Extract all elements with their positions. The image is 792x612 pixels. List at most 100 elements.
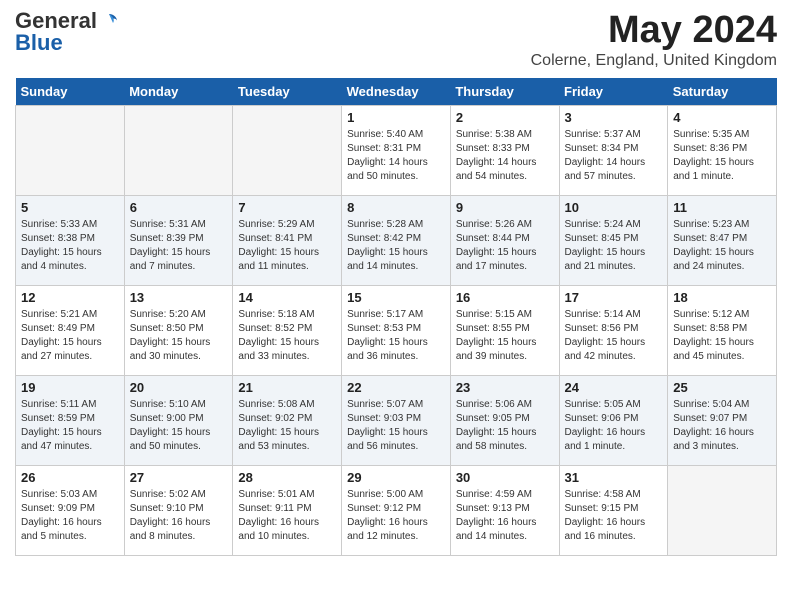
day-info: Sunrise: 5:26 AMSunset: 8:44 PMDaylight:… (456, 218, 554, 274)
day-number: 25 (673, 380, 771, 395)
day-of-week-header: Monday (124, 78, 233, 106)
calendar-cell: 30Sunrise: 4:59 AMSunset: 9:13 PMDayligh… (450, 465, 559, 555)
calendar-cell: 18 Sunrise: 5:12 AMSunset: 8:58 PMDayligh… (668, 285, 777, 375)
day-info: Sunrise: 5:14 AMSunset: 8:56 PMDaylight:… (565, 308, 663, 364)
day-info: Sunrise: 5:35 AMSunset: 8:36 PMDaylight:… (673, 128, 771, 184)
day-number: 22 (347, 380, 445, 395)
day-info: Sunrise: 5:20 AMSunset: 8:50 PMDaylight:… (130, 308, 228, 364)
day-info: Sunrise: 5:17 AMSunset: 8:53 PMDaylight:… (347, 308, 445, 364)
day-number: 19 (21, 380, 119, 395)
day-number: 16 (456, 290, 554, 305)
day-info: Sunrise: 5:21 AMSunset: 8:49 PMDaylight:… (21, 308, 119, 364)
day-info: Sunrise: 5:37 AMSunset: 8:34 PMDaylight:… (565, 128, 663, 184)
day-number: 9 (456, 200, 554, 215)
calendar-cell: 25 Sunrise: 5:04 AMSunset: 9:07 PMDayligh… (668, 375, 777, 465)
calendar-week-row: 5 Sunrise: 5:33 AMSunset: 8:38 PMDaylight… (16, 195, 777, 285)
day-number: 2 (456, 110, 554, 125)
day-number: 3 (565, 110, 663, 125)
calendar-cell: 22 Sunrise: 5:07 AMSunset: 9:03 PMDayligh… (342, 375, 451, 465)
day-info: Sunrise: 5:31 AMSunset: 8:39 PMDaylight:… (130, 218, 228, 274)
day-info: Sunrise: 5:38 AMSunset: 8:33 PMDaylight:… (456, 128, 554, 184)
day-info: Sunrise: 5:03 AMSunset: 9:09 PMDaylight:… (21, 488, 119, 544)
day-info: Sunrise: 5:05 AMSunset: 9:06 PMDaylight:… (565, 398, 663, 454)
day-number: 23 (456, 380, 554, 395)
calendar-table: SundayMondayTuesdayWednesdayThursdayFrid… (15, 78, 777, 556)
calendar-cell: 19Sunrise: 5:11 AMSunset: 8:59 PMDayligh… (16, 375, 125, 465)
day-number: 31 (565, 470, 663, 485)
calendar-cell: 12 Sunrise: 5:21 AMSunset: 8:49 PMDayligh… (16, 285, 125, 375)
day-number: 5 (21, 200, 119, 215)
day-info: Sunrise: 5:08 AMSunset: 9:02 PMDaylight:… (238, 398, 336, 454)
day-of-week-header: Saturday (668, 78, 777, 106)
day-number: 11 (673, 200, 771, 215)
calendar-cell: 11 Sunrise: 5:23 AMSunset: 8:47 PMDayligh… (668, 195, 777, 285)
calendar-cell: 17Sunrise: 5:14 AMSunset: 8:56 PMDayligh… (559, 285, 668, 375)
day-number: 12 (21, 290, 119, 305)
calendar-cell: 21Sunrise: 5:08 AMSunset: 9:02 PMDayligh… (233, 375, 342, 465)
calendar-cell: 26 Sunrise: 5:03 AMSunset: 9:09 PMDayligh… (16, 465, 125, 555)
day-number: 29 (347, 470, 445, 485)
day-info: Sunrise: 5:40 AMSunset: 8:31 PMDaylight:… (347, 128, 445, 184)
calendar-cell: 2 Sunrise: 5:38 AMSunset: 8:33 PMDaylight… (450, 105, 559, 195)
day-info: Sunrise: 5:12 AMSunset: 8:58 PMDaylight:… (673, 308, 771, 364)
day-info: Sunrise: 5:18 AMSunset: 8:52 PMDaylight:… (238, 308, 336, 364)
calendar-week-row: 19Sunrise: 5:11 AMSunset: 8:59 PMDayligh… (16, 375, 777, 465)
day-info: Sunrise: 5:33 AMSunset: 8:38 PMDaylight:… (21, 218, 119, 274)
calendar-cell: 10 Sunrise: 5:24 AMSunset: 8:45 PMDayligh… (559, 195, 668, 285)
day-number: 26 (21, 470, 119, 485)
calendar-cell: 24 Sunrise: 5:05 AMSunset: 9:06 PMDayligh… (559, 375, 668, 465)
day-number: 6 (130, 200, 228, 215)
header: General Blue May 2024 Colerne, England, … (15, 10, 777, 70)
calendar-cell: 7Sunrise: 5:29 AMSunset: 8:41 PMDaylight… (233, 195, 342, 285)
day-number: 8 (347, 200, 445, 215)
day-of-week-header: Friday (559, 78, 668, 106)
day-of-week-header: Sunday (16, 78, 125, 106)
calendar-cell: 1Sunrise: 5:40 AMSunset: 8:31 PMDaylight… (342, 105, 451, 195)
logo-blue-text: Blue (15, 32, 63, 54)
calendar-header-row: SundayMondayTuesdayWednesdayThursdayFrid… (16, 78, 777, 106)
day-number: 24 (565, 380, 663, 395)
calendar-cell: 16 Sunrise: 5:15 AMSunset: 8:55 PMDayligh… (450, 285, 559, 375)
day-info: Sunrise: 4:59 AMSunset: 9:13 PMDaylight:… (456, 488, 554, 544)
calendar-cell: 27Sunrise: 5:02 AMSunset: 9:10 PMDayligh… (124, 465, 233, 555)
day-info: Sunrise: 5:28 AMSunset: 8:42 PMDaylight:… (347, 218, 445, 274)
day-info: Sunrise: 5:15 AMSunset: 8:55 PMDaylight:… (456, 308, 554, 364)
calendar-week-row: 1Sunrise: 5:40 AMSunset: 8:31 PMDaylight… (16, 105, 777, 195)
calendar-week-row: 26 Sunrise: 5:03 AMSunset: 9:09 PMDayligh… (16, 465, 777, 555)
day-number: 27 (130, 470, 228, 485)
day-info: Sunrise: 5:01 AMSunset: 9:11 PMDaylight:… (238, 488, 336, 544)
day-info: Sunrise: 5:00 AMSunset: 9:12 PMDaylight:… (347, 488, 445, 544)
day-info: Sunrise: 5:23 AMSunset: 8:47 PMDaylight:… (673, 218, 771, 274)
day-of-week-header: Tuesday (233, 78, 342, 106)
day-number: 20 (130, 380, 228, 395)
title-area: May 2024 Colerne, England, United Kingdo… (531, 10, 777, 70)
day-number: 28 (238, 470, 336, 485)
calendar-cell: 23 Sunrise: 5:06 AMSunset: 9:05 PMDayligh… (450, 375, 559, 465)
calendar-cell: 8 Sunrise: 5:28 AMSunset: 8:42 PMDaylight… (342, 195, 451, 285)
calendar-cell: 6 Sunrise: 5:31 AMSunset: 8:39 PMDaylight… (124, 195, 233, 285)
day-info: Sunrise: 5:07 AMSunset: 9:03 PMDaylight:… (347, 398, 445, 454)
day-of-week-header: Thursday (450, 78, 559, 106)
day-number: 10 (565, 200, 663, 215)
logo: General Blue (15, 10, 119, 54)
day-info: Sunrise: 5:06 AMSunset: 9:05 PMDaylight:… (456, 398, 554, 454)
calendar-cell (668, 465, 777, 555)
calendar-cell: 3 Sunrise: 5:37 AMSunset: 8:34 PMDaylight… (559, 105, 668, 195)
calendar-cell: 28 Sunrise: 5:01 AMSunset: 9:11 PMDayligh… (233, 465, 342, 555)
day-info: Sunrise: 5:10 AMSunset: 9:00 PMDaylight:… (130, 398, 228, 454)
calendar-cell: 15 Sunrise: 5:17 AMSunset: 8:53 PMDayligh… (342, 285, 451, 375)
day-number: 18 (673, 290, 771, 305)
calendar-cell (124, 105, 233, 195)
logo-bird-icon (99, 11, 119, 31)
day-number: 15 (347, 290, 445, 305)
calendar-cell: 13Sunrise: 5:20 AMSunset: 8:50 PMDayligh… (124, 285, 233, 375)
day-info: Sunrise: 5:24 AMSunset: 8:45 PMDaylight:… (565, 218, 663, 274)
day-number: 4 (673, 110, 771, 125)
location-title: Colerne, England, United Kingdom (531, 52, 777, 70)
calendar-cell (16, 105, 125, 195)
day-number: 7 (238, 200, 336, 215)
calendar-cell: 9 Sunrise: 5:26 AMSunset: 8:44 PMDaylight… (450, 195, 559, 285)
calendar-cell: 5 Sunrise: 5:33 AMSunset: 8:38 PMDaylight… (16, 195, 125, 285)
day-info: Sunrise: 5:04 AMSunset: 9:07 PMDaylight:… (673, 398, 771, 454)
calendar-cell: 20 Sunrise: 5:10 AMSunset: 9:00 PMDayligh… (124, 375, 233, 465)
